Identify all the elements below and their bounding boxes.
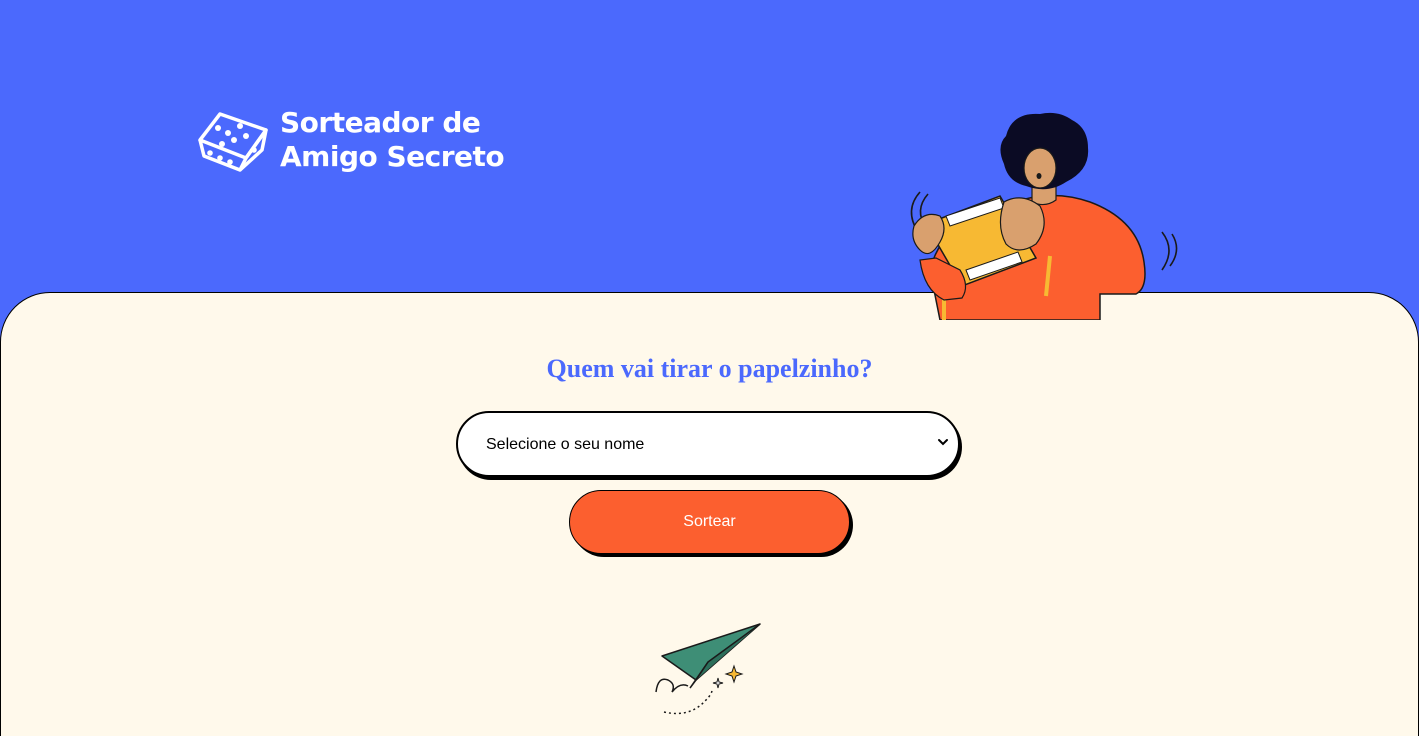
app-title: Sorteador de Amigo Secreto	[280, 106, 505, 174]
app-title-line1: Sorteador de	[280, 106, 481, 139]
page: Sorteador de Amigo Secreto Quem vai tira…	[0, 0, 1419, 736]
dice-icon	[198, 112, 268, 172]
logo: Sorteador de Amigo Secreto	[196, 106, 505, 174]
app-title-line2: Amigo Secreto	[280, 140, 505, 173]
person-holding-gift-illustration	[910, 112, 1178, 320]
header: Sorteador de Amigo Secreto	[0, 0, 1419, 320]
page-title: Quem vai tirar o papelzinho?	[546, 354, 873, 383]
draw-button[interactable]: Sortear	[569, 490, 850, 554]
paper-plane-illustration	[655, 623, 761, 715]
name-select-wrapper: Selecione o seu nome	[456, 411, 963, 479]
name-select[interactable]: Selecione o seu nome	[456, 411, 960, 477]
